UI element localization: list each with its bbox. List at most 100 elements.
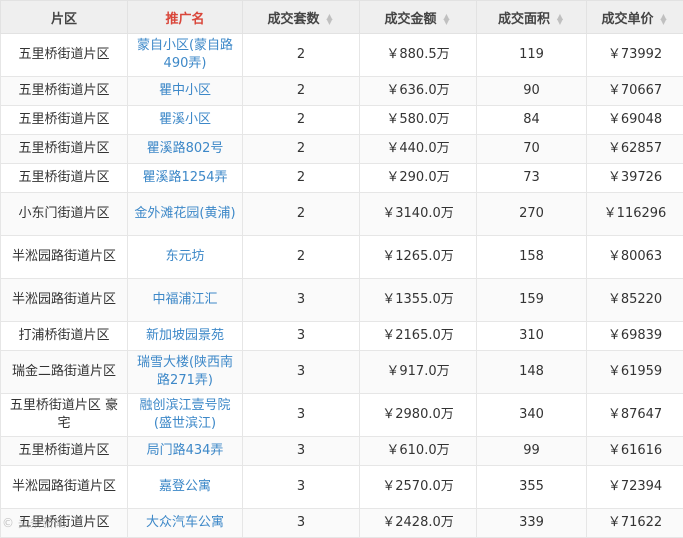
cell-district: 小东门街道片区: [1, 193, 128, 236]
cell-deal-count: 2: [243, 106, 360, 135]
cell-district: 半淞园路街道片区: [1, 466, 128, 509]
cell-deal-count: 3: [243, 394, 360, 437]
cell-deal-amount: ￥580.0万: [360, 106, 477, 135]
cell-promo-name[interactable]: 瞿溪路1254弄: [128, 164, 243, 193]
cell-deal-amount: ￥2428.0万: [360, 509, 477, 538]
header-district: 片区: [1, 1, 128, 34]
cell-unit-price: ￥69048: [587, 106, 683, 135]
table-row: 五里桥街道片区瞿溪路802号2￥440.0万70￥62857: [1, 135, 683, 164]
cell-unit-price: ￥87647: [587, 394, 683, 437]
cell-deal-amount: ￥610.0万: [360, 437, 477, 466]
cell-deal-amount: ￥440.0万: [360, 135, 477, 164]
cell-deal-area: 73: [477, 164, 587, 193]
cell-deal-count: 3: [243, 279, 360, 322]
cell-deal-amount: ￥1265.0万: [360, 236, 477, 279]
cell-deal-amount: ￥880.5万: [360, 34, 477, 77]
cell-unit-price: ￥73992: [587, 34, 683, 77]
cell-unit-price: ￥70667: [587, 77, 683, 106]
cell-unit-price: ￥80063: [587, 236, 683, 279]
cell-unit-price: ￥72394: [587, 466, 683, 509]
cell-deal-amount: ￥290.0万: [360, 164, 477, 193]
cell-deal-area: 84: [477, 106, 587, 135]
cell-unit-price: ￥85220: [587, 279, 683, 322]
cell-district: 五里桥街道片区: [1, 77, 128, 106]
table-row: 瑞金二路街道片区瑞雪大楼(陕西南路271弄)3￥917.0万148￥61959: [1, 351, 683, 394]
cell-promo-name[interactable]: 蒙自小区(蒙自路490弄): [128, 34, 243, 77]
table-row: 打浦桥街道片区新加坡园景苑3￥2165.0万310￥69839: [1, 322, 683, 351]
cell-promo-name[interactable]: 瞿溪路802号: [128, 135, 243, 164]
cell-unit-price: ￥69839: [587, 322, 683, 351]
cell-deal-amount: ￥3140.0万: [360, 193, 477, 236]
header-promo-name: 推广名: [128, 1, 243, 34]
header-label: 片区: [51, 12, 77, 27]
cell-deal-amount: ￥1355.0万: [360, 279, 477, 322]
cell-promo-name[interactable]: 局门路434弄: [128, 437, 243, 466]
cell-deal-area: 70: [477, 135, 587, 164]
cell-deal-amount: ￥917.0万: [360, 351, 477, 394]
header-label: 成交金额: [384, 12, 436, 27]
cell-deal-count: 2: [243, 193, 360, 236]
cell-deal-count: 3: [243, 437, 360, 466]
cell-deal-area: 270: [477, 193, 587, 236]
cell-deal-area: 119: [477, 34, 587, 77]
sort-icon[interactable]: ▲▼: [659, 14, 669, 24]
cell-district: 瑞金二路街道片区: [1, 351, 128, 394]
cell-deal-amount: ￥636.0万: [360, 77, 477, 106]
table-row: 五里桥街道片区瞿溪路1254弄2￥290.0万73￥39726: [1, 164, 683, 193]
table-row: 半淞园路街道片区东元坊2￥1265.0万158￥80063: [1, 236, 683, 279]
cell-promo-name[interactable]: 新加坡园景苑: [128, 322, 243, 351]
cell-district: 五里桥街道片区: [1, 135, 128, 164]
cell-deal-amount: ￥2165.0万: [360, 322, 477, 351]
cell-promo-name[interactable]: 嘉登公寓: [128, 466, 243, 509]
header-deal-area[interactable]: 成交面积 ▲▼: [477, 1, 587, 34]
cell-promo-name[interactable]: 瑞雪大楼(陕西南路271弄): [128, 351, 243, 394]
cell-deal-area: 158: [477, 236, 587, 279]
cell-unit-price: ￥61616: [587, 437, 683, 466]
cell-district: 五里桥街道片区: [1, 437, 128, 466]
cell-promo-name[interactable]: 金外滩花园(黄浦): [128, 193, 243, 236]
cell-district: 半淞园路街道片区: [1, 279, 128, 322]
cell-deal-area: 148: [477, 351, 587, 394]
cell-district: 五里桥街道片区: [1, 164, 128, 193]
cell-deal-count: 2: [243, 236, 360, 279]
cell-district: 打浦桥街道片区: [1, 322, 128, 351]
cell-promo-name[interactable]: 融创滨江壹号院(盛世滨江): [128, 394, 243, 437]
cell-deal-area: 90: [477, 77, 587, 106]
cell-promo-name[interactable]: 中福浦江汇: [128, 279, 243, 322]
table-row: 五里桥街道片区瞿中小区2￥636.0万90￥70667: [1, 77, 683, 106]
header-label: 成交套数: [267, 12, 319, 27]
header-label: 成交面积: [498, 12, 550, 27]
cell-deal-count: 3: [243, 509, 360, 538]
header-deal-amount[interactable]: 成交金额 ▲▼: [360, 1, 477, 34]
cell-deal-count: 3: [243, 466, 360, 509]
cell-district: 五里桥街道片区 豪宅: [1, 394, 128, 437]
cell-district: 五里桥街道片区: [1, 34, 128, 77]
cell-promo-name[interactable]: 瞿中小区: [128, 77, 243, 106]
table-header-row: 片区 推广名 成交套数 ▲▼ 成交金额 ▲▼ 成交面积 ▲▼ 成交单价 ▲▼: [1, 1, 683, 34]
deal-table: 片区推广名成交套数▲▼成交金额▲▼成交面积▲▼成交单价▲▼ 五里桥街道片区蒙自小…: [0, 0, 683, 538]
cell-deal-amount: ￥2570.0万: [360, 466, 477, 509]
cell-deal-count: 2: [243, 164, 360, 193]
cell-deal-area: 339: [477, 509, 587, 538]
table-row: 五里桥街道片区局门路434弄3￥610.0万99￥61616: [1, 437, 683, 466]
cell-deal-area: 310: [477, 322, 587, 351]
cell-unit-price: ￥116296: [587, 193, 683, 236]
cell-deal-area: 355: [477, 466, 587, 509]
sort-icon[interactable]: ▲▼: [325, 14, 335, 24]
cell-promo-name[interactable]: 大众汽车公寓: [128, 509, 243, 538]
cell-deal-count: 2: [243, 135, 360, 164]
header-deal-count[interactable]: 成交套数 ▲▼: [243, 1, 360, 34]
cell-promo-name[interactable]: 东元坊: [128, 236, 243, 279]
table-row: 五里桥街道片区大众汽车公寓3￥2428.0万339￥71622: [1, 509, 683, 538]
sort-icon[interactable]: ▲▼: [555, 14, 565, 24]
cell-deal-area: 159: [477, 279, 587, 322]
cell-promo-name[interactable]: 瞿溪小区: [128, 106, 243, 135]
cell-deal-area: 340: [477, 394, 587, 437]
watermark: © 头条新闻: [2, 514, 66, 531]
cell-district: 五里桥街道片区: [1, 106, 128, 135]
table-row: 半淞园路街道片区中福浦江汇3￥1355.0万159￥85220: [1, 279, 683, 322]
header-unit-price[interactable]: 成交单价 ▲▼: [587, 1, 683, 34]
header-label: 成交单价: [601, 12, 653, 27]
cell-unit-price: ￥62857: [587, 135, 683, 164]
sort-icon[interactable]: ▲▼: [442, 14, 452, 24]
